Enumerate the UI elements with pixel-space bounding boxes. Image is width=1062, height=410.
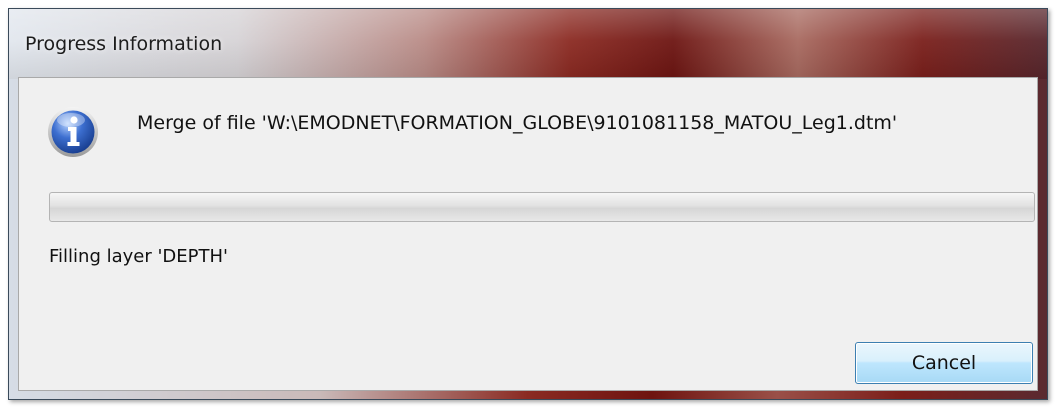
status-text: Filling layer 'DEPTH' [49,246,228,267]
progress-bar [49,192,1035,222]
dialog-message: Merge of file 'W:\EMODNET\FORMATION_GLOB… [137,112,898,134]
title-bar[interactable]: Progress Information [9,9,1047,79]
cancel-button[interactable]: Cancel [855,342,1033,384]
dialog-client-area: Merge of file 'W:\EMODNET\FORMATION_GLOB… [18,77,1038,391]
window-title: Progress Information [25,33,223,55]
info-icon [48,107,98,157]
progress-dialog-window: Progress Information Merge of file 'W:\E… [8,8,1048,400]
